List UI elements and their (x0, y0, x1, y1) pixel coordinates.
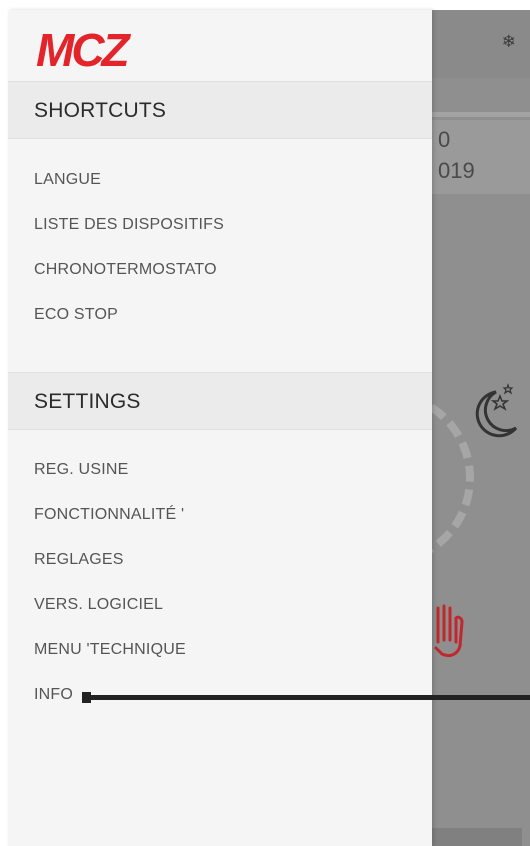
menu-item-liste-des-dispositifs[interactable]: LISTE DES DISPOSITIFS (34, 216, 224, 234)
menu-item-vers-logiciel[interactable]: VERS. LOGICIEL (34, 596, 163, 614)
background-top-bar: ❄ (432, 10, 530, 78)
app-screen: ❄ 0 019 MCZ SHORTCUTS LANGUE LISTE DES D… (0, 0, 530, 846)
section-header-settings: SETTINGS (8, 372, 432, 430)
section-title-shortcuts: SHORTCUTS (34, 99, 167, 122)
hand-icon[interactable] (434, 602, 466, 660)
mcz-logo: MCZ (36, 28, 135, 70)
snowflake-icon[interactable]: ❄ (502, 32, 516, 52)
menu-item-info[interactable]: INFO (34, 686, 73, 704)
section-title-settings: SETTINGS (34, 390, 141, 413)
menu-item-menu-technique[interactable]: MENU 'TECHNIQUE (34, 641, 186, 659)
menu-item-reglages[interactable]: REGLAGES (34, 551, 124, 569)
logo-text: MCZ (36, 28, 132, 70)
background-divider (432, 112, 530, 117)
moon-stars-icon[interactable] (466, 382, 520, 440)
menu-item-chronotermostato[interactable]: CHRONOTERMOSTATO (34, 261, 217, 279)
section-header-shortcuts: SHORTCUTS (8, 81, 432, 139)
menu-item-fonctionnalite[interactable]: FONCTIONNALITÉ ' (34, 506, 184, 524)
slider-track[interactable] (84, 695, 530, 700)
navigation-drawer: MCZ SHORTCUTS LANGUE LISTE DES DISPOSITI… (8, 10, 432, 846)
background-bottom-bar (424, 828, 522, 846)
menu-item-langue[interactable]: LANGUE (34, 171, 101, 189)
menu-item-eco-stop[interactable]: ECO STOP (34, 306, 118, 324)
background-text-line-1: 0 (438, 127, 451, 152)
menu-item-reg-usine[interactable]: REG. USINE (34, 461, 128, 479)
background-text-line-2: 019 (438, 158, 475, 183)
